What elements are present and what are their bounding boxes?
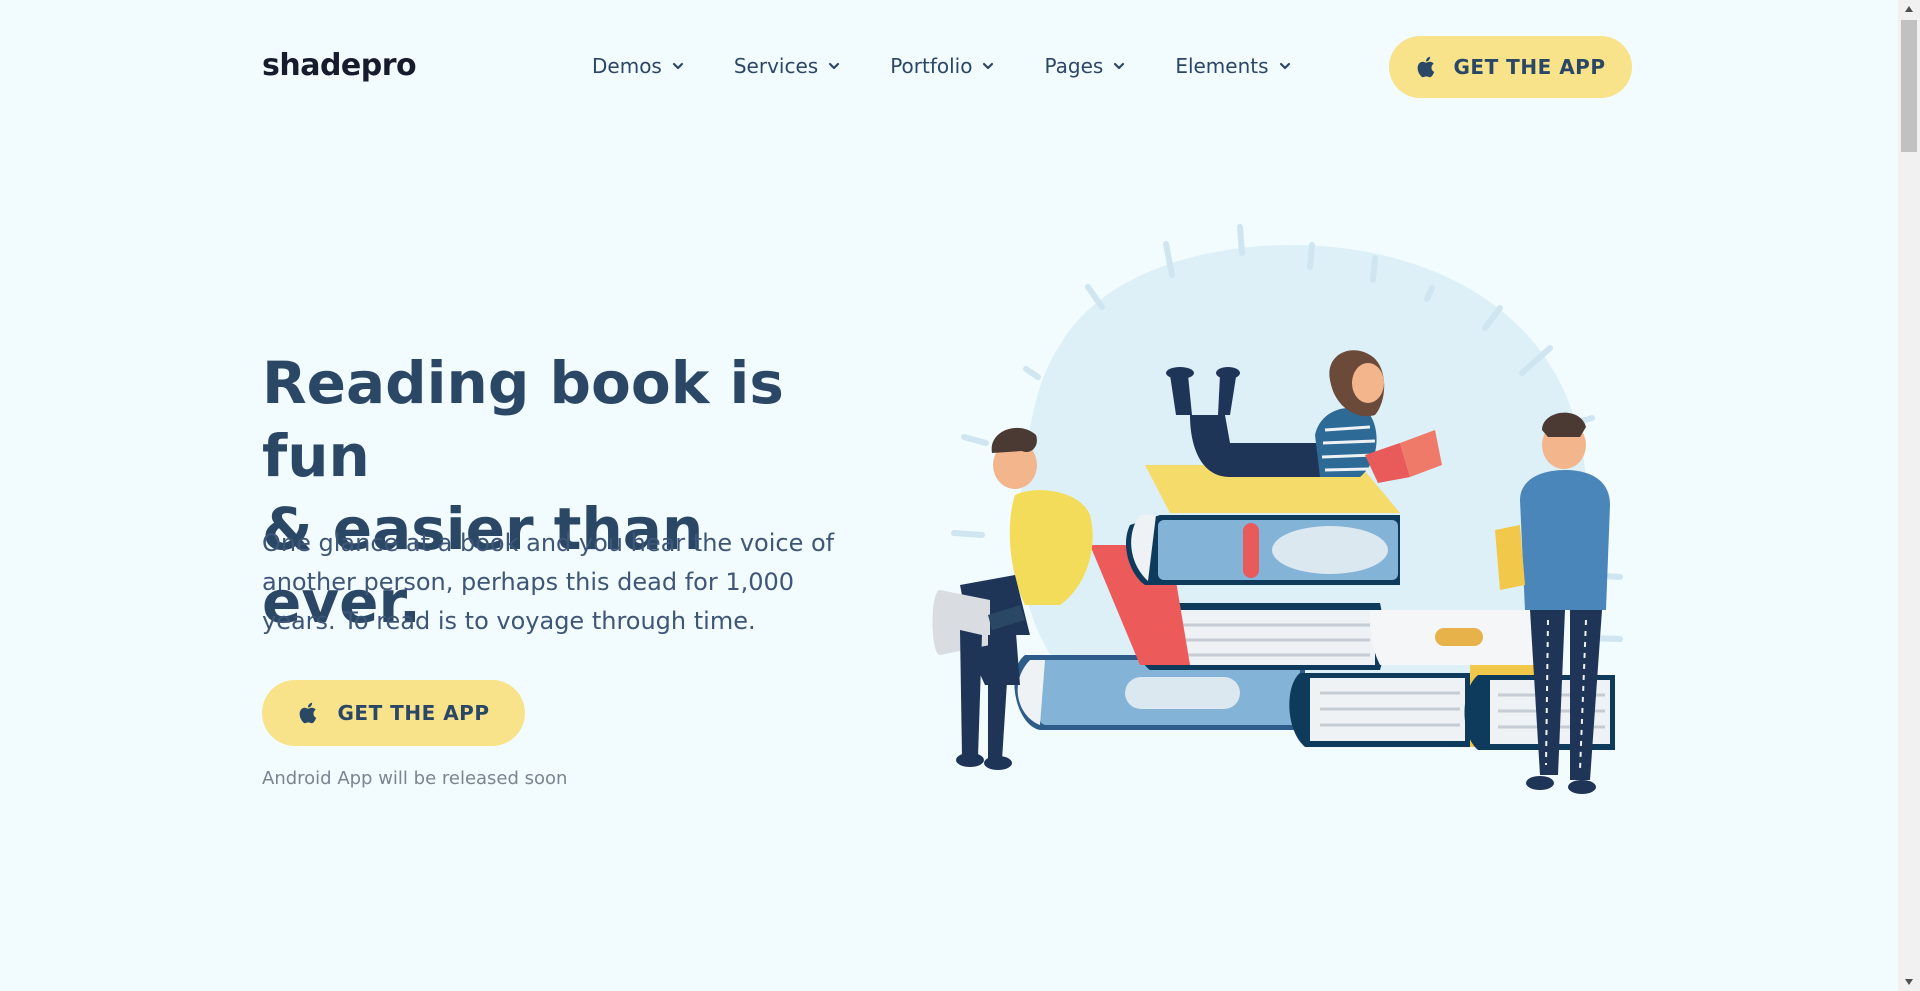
nav-item-label: Services (733, 54, 819, 78)
top-book (1125, 465, 1400, 585)
nav-item-portfolio[interactable]: Portfolio (890, 54, 994, 78)
nav-item-services[interactable]: Services (734, 54, 840, 78)
scroll-up-arrow-icon[interactable] (1898, 0, 1920, 18)
scroll-down-arrow-icon[interactable] (1898, 973, 1920, 991)
scrollbar-thumb[interactable] (1901, 20, 1917, 152)
chevron-down-icon (829, 62, 840, 70)
hero-description: One glance at a book and you hear the vo… (262, 529, 835, 635)
header-get-app-label: GET THE APP (1453, 55, 1606, 79)
hero-title-line-1: Reading book is fun (262, 349, 784, 490)
nav-item-label: Portfolio (890, 54, 973, 78)
page: shadepro Demos Services Portfolio Pages … (0, 0, 1920, 991)
chevron-down-icon (983, 62, 994, 70)
chevron-down-icon (1114, 62, 1125, 70)
nav-item-demos[interactable]: Demos (592, 54, 684, 78)
hero-get-app-label: GET THE APP (337, 701, 490, 725)
apple-icon (299, 702, 316, 724)
apple-icon (1417, 56, 1434, 78)
nav-item-elements[interactable]: Elements (1175, 54, 1290, 78)
reading-books-illustration (932, 224, 1623, 794)
android-release-note: Android App will be released soon (262, 768, 568, 789)
nav-item-pages[interactable]: Pages (1044, 54, 1125, 78)
header-get-app-button[interactable]: GET THE APP (1389, 36, 1632, 98)
hero-get-app-button[interactable]: GET THE APP (262, 680, 525, 746)
page-scrollbar[interactable] (1898, 0, 1920, 991)
nav-item-label: Demos (592, 54, 662, 78)
nav-item-label: Pages (1044, 54, 1104, 78)
nav-item-label: Elements (1175, 54, 1269, 78)
chevron-down-icon (1279, 62, 1290, 70)
chevron-down-icon (672, 62, 683, 70)
logo[interactable]: shadepro (262, 48, 417, 83)
main-nav: Demos Services Portfolio Pages Elements (592, 54, 1341, 78)
